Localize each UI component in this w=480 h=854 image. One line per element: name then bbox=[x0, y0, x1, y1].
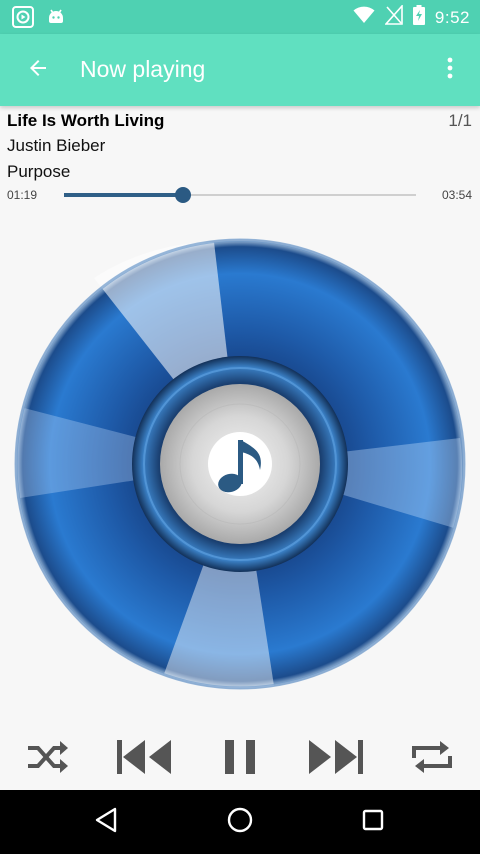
nav-back-button[interactable] bbox=[78, 800, 134, 844]
battery-charging-icon bbox=[412, 5, 425, 30]
nav-home-button[interactable] bbox=[212, 800, 268, 844]
playback-controls bbox=[0, 730, 480, 788]
previous-button[interactable] bbox=[114, 730, 174, 788]
app-bar: Now playing bbox=[0, 34, 480, 106]
wifi-icon bbox=[353, 6, 375, 29]
next-button[interactable] bbox=[306, 730, 366, 788]
pause-icon bbox=[223, 738, 257, 781]
home-circle-icon bbox=[226, 806, 254, 839]
shuffle-icon bbox=[26, 739, 70, 780]
seek-bar[interactable] bbox=[64, 187, 416, 203]
android-icon bbox=[46, 6, 66, 33]
track-info: Life Is Worth Living 1/1 Justin Bieber P… bbox=[0, 106, 480, 206]
track-artist: Justin Bieber bbox=[7, 136, 106, 155]
system-navigation-bar bbox=[0, 790, 480, 854]
seek-progress bbox=[64, 193, 183, 197]
arrow-back-icon bbox=[26, 56, 50, 85]
app-notification-icon bbox=[12, 6, 34, 33]
track-album: Purpose bbox=[7, 162, 71, 181]
more-vert-icon bbox=[446, 56, 454, 85]
skip-previous-icon bbox=[115, 738, 173, 781]
album-art-disc bbox=[14, 238, 466, 690]
recents-square-icon bbox=[361, 808, 385, 837]
page-title: Now playing bbox=[80, 56, 206, 82]
total-time: 03:54 bbox=[441, 188, 472, 202]
repeat-button[interactable] bbox=[402, 730, 462, 788]
no-sim-icon bbox=[384, 3, 403, 30]
back-button[interactable] bbox=[16, 48, 60, 92]
shuffle-button[interactable] bbox=[18, 730, 78, 788]
elapsed-time: 01:19 bbox=[7, 188, 38, 202]
status-time: 9:52 bbox=[434, 7, 470, 27]
pause-button[interactable] bbox=[210, 730, 270, 788]
back-triangle-icon bbox=[94, 807, 118, 838]
nav-recents-button[interactable] bbox=[345, 800, 401, 844]
status-bar: 9:52 bbox=[0, 0, 480, 34]
seek-thumb[interactable] bbox=[174, 187, 191, 203]
skip-next-icon bbox=[307, 738, 365, 781]
repeat-icon bbox=[408, 740, 456, 779]
track-position: 1/1 bbox=[448, 111, 472, 130]
overflow-menu-button[interactable] bbox=[428, 48, 472, 92]
track-title: Life Is Worth Living bbox=[7, 111, 165, 130]
